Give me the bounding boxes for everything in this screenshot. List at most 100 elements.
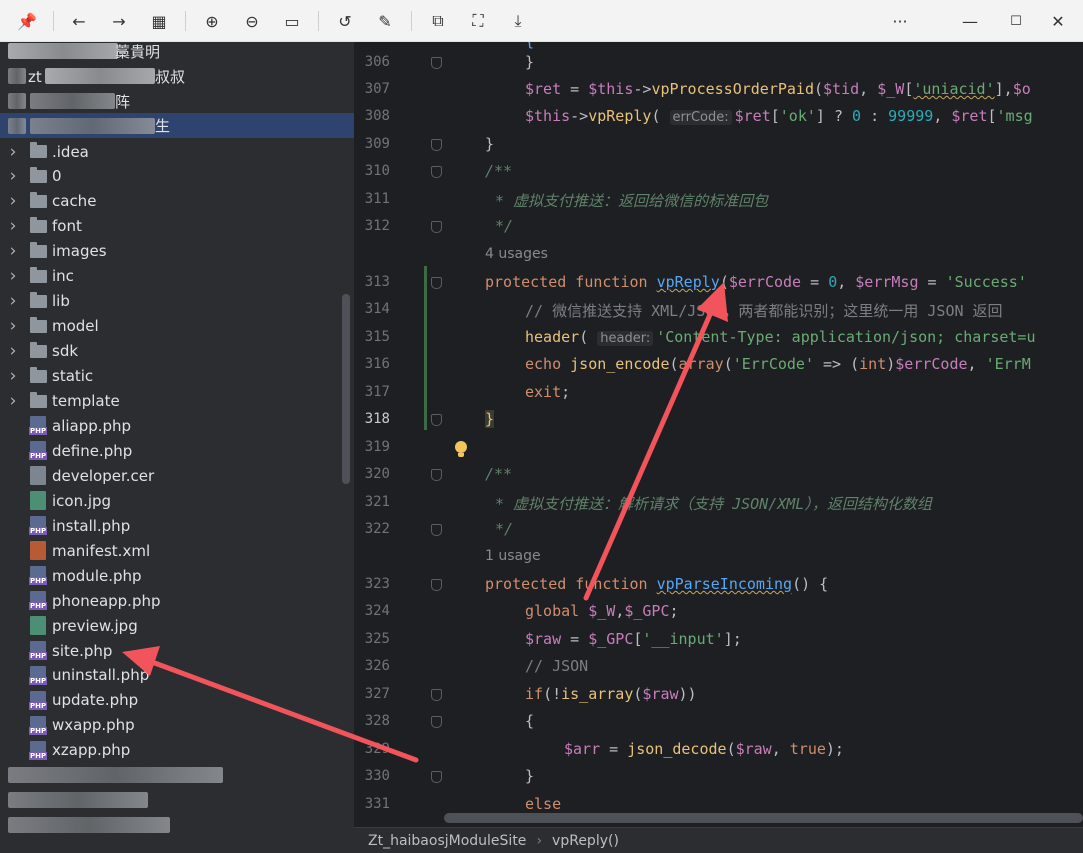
tree-item-label: inc: [52, 267, 74, 286]
line-number: 308: [364, 108, 390, 124]
php-file-icon: [29, 416, 48, 436]
tree-item-label: preview.jpg: [52, 616, 138, 635]
tree-row-blurred[interactable]: [0, 813, 354, 838]
blur-mask: [45, 68, 155, 84]
fold-marker-icon[interactable]: [431, 57, 442, 69]
code-line-317: exit;: [525, 383, 571, 401]
tree-row-blurred[interactable]: 藁貴明: [0, 42, 354, 64]
ocr-icon[interactable]: ⛶: [464, 7, 492, 35]
close-button[interactable]: ✕: [1044, 7, 1072, 35]
chevron-right-icon[interactable]: ›: [6, 241, 20, 261]
fold-marker-icon[interactable]: [431, 524, 442, 536]
tree-item[interactable]: xzapp.php: [0, 738, 354, 763]
tree-row-selected[interactable]: 生: [0, 113, 354, 138]
chevron-right-icon[interactable]: ›: [6, 191, 20, 211]
tree-item[interactable]: › .idea: [0, 139, 354, 164]
tree-item[interactable]: uninstall.php: [0, 663, 354, 688]
tree-row-blurred[interactable]: [0, 788, 354, 813]
tree-item[interactable]: icon.jpg: [0, 488, 354, 513]
line-number: 321: [364, 494, 390, 510]
grid-icon[interactable]: ▦: [145, 7, 173, 35]
zoom-out-icon[interactable]: ⊖: [238, 7, 266, 35]
tree-item[interactable]: › template: [0, 389, 354, 414]
tree-row-blurred[interactable]: 阵: [0, 89, 354, 114]
horizontal-scrollbar[interactable]: [444, 813, 1083, 823]
tree-item-label: sdk: [52, 342, 79, 361]
usages-hint[interactable]: 1 usage: [485, 548, 541, 564]
tree-item[interactable]: developer.cer: [0, 463, 354, 488]
tree-item-label: module.php: [52, 566, 142, 585]
tree-item[interactable]: › inc: [0, 264, 354, 289]
tree-item[interactable]: › sdk: [0, 339, 354, 364]
chevron-right-icon[interactable]: ›: [6, 291, 20, 311]
edit-icon[interactable]: ✎: [371, 7, 399, 35]
chevron-right-icon[interactable]: ›: [6, 216, 20, 236]
crop-icon[interactable]: ⧉: [424, 7, 452, 35]
tree-item[interactable]: › images: [0, 239, 354, 264]
chevron-right-icon[interactable]: ›: [6, 341, 20, 361]
pin-icon[interactable]: 📌: [13, 7, 41, 35]
fold-marker-icon[interactable]: [431, 771, 442, 783]
php-file-icon: [29, 591, 48, 611]
blur-mask: [30, 93, 115, 109]
tree-item-label: cache: [52, 192, 97, 211]
tree-scrollbar[interactable]: [342, 294, 350, 484]
fold-marker-icon[interactable]: [431, 469, 442, 481]
fold-marker-icon[interactable]: [431, 716, 442, 728]
tree-item[interactable]: › lib: [0, 289, 354, 314]
breadcrumb-class[interactable]: Zt_haibaosjModuleSite: [368, 833, 526, 849]
tree-item-label: manifest.xml: [52, 541, 151, 560]
tree-item[interactable]: define.php: [0, 438, 354, 463]
zoom-in-icon[interactable]: ⊕: [198, 7, 226, 35]
fold-marker-icon[interactable]: [431, 221, 442, 233]
tree-row-blurred[interactable]: zt 叔叔: [0, 64, 354, 89]
tree-item[interactable]: update.php: [0, 688, 354, 713]
maximize-button[interactable]: ☐: [1002, 7, 1030, 35]
chevron-right-icon[interactable]: ›: [6, 266, 20, 286]
toolbar-separator: [411, 11, 412, 31]
tree-item-label: developer.cer: [52, 466, 155, 485]
chevron-right-icon[interactable]: ›: [6, 142, 20, 162]
tree-item[interactable]: › font: [0, 214, 354, 239]
tree-item-label: install.php: [52, 516, 131, 535]
fold-marker-icon[interactable]: [431, 166, 442, 178]
forward-icon[interactable]: →: [105, 7, 133, 35]
folder-icon: [30, 266, 47, 283]
line-number: 318: [364, 411, 390, 427]
tree-item[interactable]: › 0: [0, 164, 354, 189]
chevron-right-icon[interactable]: ›: [6, 366, 20, 386]
tree-item[interactable]: preview.jpg: [0, 613, 354, 638]
tree-item[interactable]: wxapp.php: [0, 713, 354, 738]
fold-marker-icon[interactable]: [431, 579, 442, 591]
chevron-right-icon[interactable]: ›: [6, 316, 20, 336]
tree-item[interactable]: aliapp.php: [0, 413, 354, 438]
rotate-icon[interactable]: ↺: [331, 7, 359, 35]
fold-marker-icon[interactable]: [431, 414, 442, 426]
fold-marker-icon[interactable]: [431, 689, 442, 701]
minimize-button[interactable]: —: [956, 7, 984, 35]
tree-item[interactable]: › static: [0, 364, 354, 389]
tree-row-blurred[interactable]: [0, 763, 354, 788]
tree-item[interactable]: › cache: [0, 189, 354, 214]
usages-hint[interactable]: 4 usages: [485, 246, 548, 262]
save-icon[interactable]: ⤓: [504, 7, 532, 35]
chevron-right-icon[interactable]: ›: [6, 391, 20, 411]
breadcrumb-method[interactable]: vpReply(): [552, 833, 619, 849]
line-number: 324: [364, 603, 390, 619]
tree-item[interactable]: module.php: [0, 563, 354, 588]
code-line-324: global $_W,$_GPC;: [525, 602, 679, 620]
code-editor[interactable]: 306 307 308 309 310 311 312 313 314 315 316 317 318 3…: [354, 42, 1083, 827]
tree-item[interactable]: install.php: [0, 513, 354, 538]
tree-item[interactable]: site.php: [0, 638, 354, 663]
more-button[interactable]: ···: [886, 7, 914, 35]
tree-item[interactable]: manifest.xml: [0, 538, 354, 563]
chevron-right-icon[interactable]: ›: [6, 166, 20, 186]
back-icon[interactable]: ←: [65, 7, 93, 35]
tree-item[interactable]: phoneapp.php: [0, 588, 354, 613]
fold-marker-icon[interactable]: [431, 139, 442, 151]
lightbulb-icon[interactable]: [454, 440, 468, 460]
tree-item[interactable]: › model: [0, 314, 354, 339]
fit-icon[interactable]: ▭: [278, 7, 306, 35]
fold-marker-icon[interactable]: [431, 277, 442, 289]
change-marker: [424, 266, 427, 430]
